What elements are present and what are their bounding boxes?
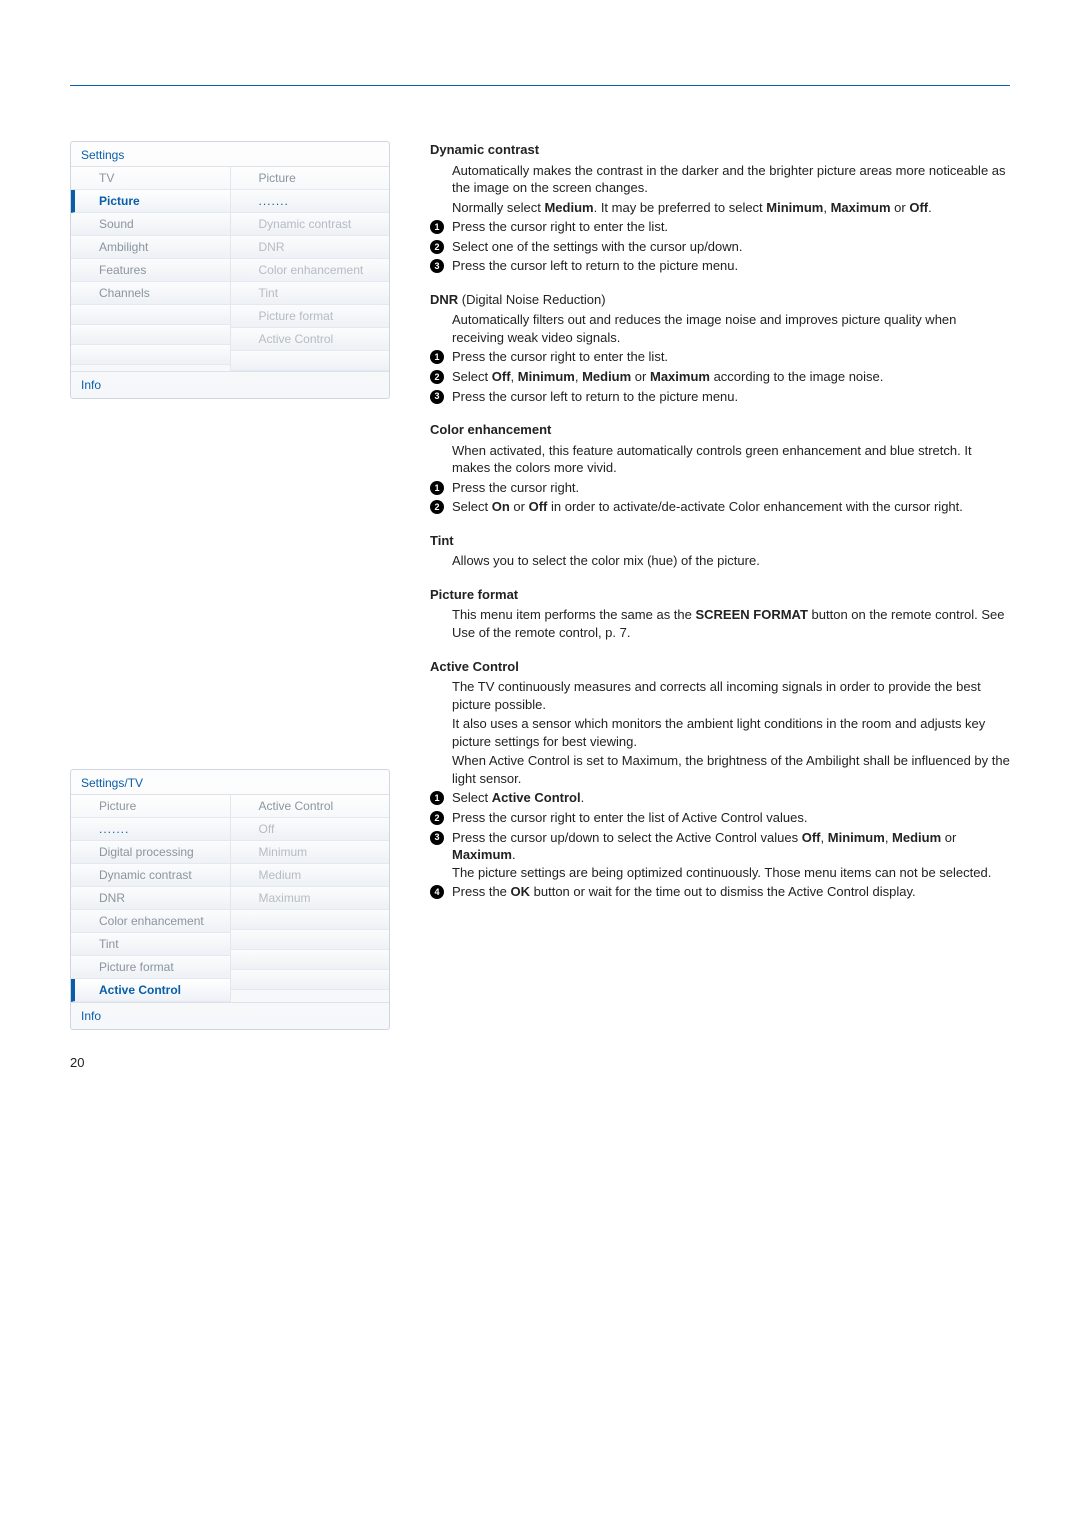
- section-pf: Picture format This menu item performs t…: [430, 586, 1010, 642]
- settings-menu-1: Settings TV Picture Sound Ambilight Feat…: [70, 141, 390, 399]
- step-dnr-3: 3Press the cursor left to return to the …: [430, 388, 1010, 406]
- step-dyn-3: 3Press the cursor left to return to the …: [430, 257, 1010, 275]
- step-color-2: 2Select On or Off in order to activate/d…: [430, 498, 1010, 516]
- page-number: 20: [70, 1055, 84, 1070]
- menu2-item-tint[interactable]: Tint: [71, 933, 230, 956]
- section-color: Color enhancement When activated, this f…: [430, 421, 1010, 516]
- menu1-item-blank2: [71, 325, 230, 345]
- menu2-sub-min[interactable]: Minimum: [231, 841, 390, 864]
- menu1-item-features[interactable]: Features: [71, 259, 230, 282]
- menu1-item-blank3: [71, 345, 230, 365]
- step-dyn-1: 1Press the cursor right to enter the lis…: [430, 218, 1010, 236]
- menu2-sub-b1: [231, 910, 390, 930]
- menu2-item-dyn[interactable]: Dynamic contrast: [71, 864, 230, 887]
- menu1-sub-tint[interactable]: Tint: [231, 282, 390, 305]
- step-dnr-1: 1Press the cursor right to enter the lis…: [430, 348, 1010, 366]
- menu1-right-header: Picture: [231, 167, 390, 190]
- step-ac-3: 3Press the cursor up/down to select the …: [430, 829, 1010, 882]
- menu2-sub-med[interactable]: Medium: [231, 864, 390, 887]
- heading-tint: Tint: [430, 532, 1010, 550]
- para-tint-1: Allows you to select the color mix (hue)…: [430, 552, 1010, 570]
- menu1-item-sound[interactable]: Sound: [71, 213, 230, 236]
- para-dyn-1: Automatically makes the contrast in the …: [430, 162, 1010, 197]
- menu1-sub-pf[interactable]: Picture format: [231, 305, 390, 328]
- menu1-footer: Info: [71, 371, 389, 398]
- menu2-sub-b3: [231, 950, 390, 970]
- para-ac-3: When Active Control is set to Maximum, t…: [430, 752, 1010, 787]
- settings-menu-2: Settings/TV Picture Digital processing D…: [70, 769, 390, 1030]
- section-dnr: DNR (Digital Noise Reduction) Automatica…: [430, 291, 1010, 405]
- heading-color: Color enhancement: [430, 421, 1010, 439]
- menu1-sub-blank: [231, 351, 390, 371]
- step-ac-1: 1Select Active Control.: [430, 789, 1010, 807]
- top-divider: [70, 85, 1010, 86]
- menu2-item-dots: [71, 818, 230, 841]
- menu1-sub-dyn[interactable]: Dynamic contrast: [231, 213, 390, 236]
- menu2-sub-b2: [231, 930, 390, 950]
- menu1-item-blank1: [71, 305, 230, 325]
- menu1-sub-color[interactable]: Color enhancement: [231, 259, 390, 282]
- menu1-sub-ac[interactable]: Active Control: [231, 328, 390, 351]
- heading-pf: Picture format: [430, 586, 1010, 604]
- menu2-title: Settings/TV: [71, 770, 389, 794]
- menu1-left-header: TV: [71, 167, 230, 190]
- menu2-item-dnr[interactable]: DNR: [71, 887, 230, 910]
- menu1-item-picture[interactable]: Picture: [71, 190, 230, 213]
- para-ac-1: The TV continuously measures and correct…: [430, 678, 1010, 713]
- section-ac: Active Control The TV continuously measu…: [430, 658, 1010, 901]
- heading-ac: Active Control: [430, 658, 1010, 676]
- menu2-item-pf[interactable]: Picture format: [71, 956, 230, 979]
- menu1-item-channels[interactable]: Channels: [71, 282, 230, 305]
- section-tint: Tint Allows you to select the color mix …: [430, 532, 1010, 570]
- menu2-item-color[interactable]: Color enhancement: [71, 910, 230, 933]
- heading-dyn: Dynamic contrast: [430, 141, 1010, 159]
- menu2-left-header: Picture: [71, 795, 230, 818]
- para-pf-1: This menu item performs the same as the …: [430, 606, 1010, 641]
- step-color-1: 1Press the cursor right.: [430, 479, 1010, 497]
- para-ac-2: It also uses a sensor which monitors the…: [430, 715, 1010, 750]
- step-ac-2: 2Press the cursor right to enter the lis…: [430, 809, 1010, 827]
- menu1-item-ambilight[interactable]: Ambilight: [71, 236, 230, 259]
- spacer: [70, 449, 390, 769]
- heading-dnr: DNR (Digital Noise Reduction): [430, 291, 1010, 309]
- menu2-right-header: Active Control: [231, 795, 390, 818]
- step-dnr-2: 2Select Off, Minimum, Medium or Maximum …: [430, 368, 1010, 386]
- menu2-sub-max[interactable]: Maximum: [231, 887, 390, 910]
- menu1-sub-dots: [231, 190, 390, 213]
- menu1-title: Settings: [71, 142, 389, 166]
- menu2-footer: Info: [71, 1002, 389, 1029]
- step-dyn-2: 2Select one of the settings with the cur…: [430, 238, 1010, 256]
- menu2-sub-b4: [231, 970, 390, 990]
- para-dnr-1: Automatically filters out and reduces th…: [430, 311, 1010, 346]
- menu1-sub-dnr[interactable]: DNR: [231, 236, 390, 259]
- section-dynamic-contrast: Dynamic contrast Automatically makes the…: [430, 141, 1010, 275]
- para-dyn-2: Normally select Medium. It may be prefer…: [430, 199, 1010, 217]
- menu2-item-dp[interactable]: Digital processing: [71, 841, 230, 864]
- menu2-item-ac[interactable]: Active Control: [71, 979, 230, 1002]
- step-ac-4: 4Press the OK button or wait for the tim…: [430, 883, 1010, 901]
- menu2-sub-off[interactable]: Off: [231, 818, 390, 841]
- para-color-1: When activated, this feature automatical…: [430, 442, 1010, 477]
